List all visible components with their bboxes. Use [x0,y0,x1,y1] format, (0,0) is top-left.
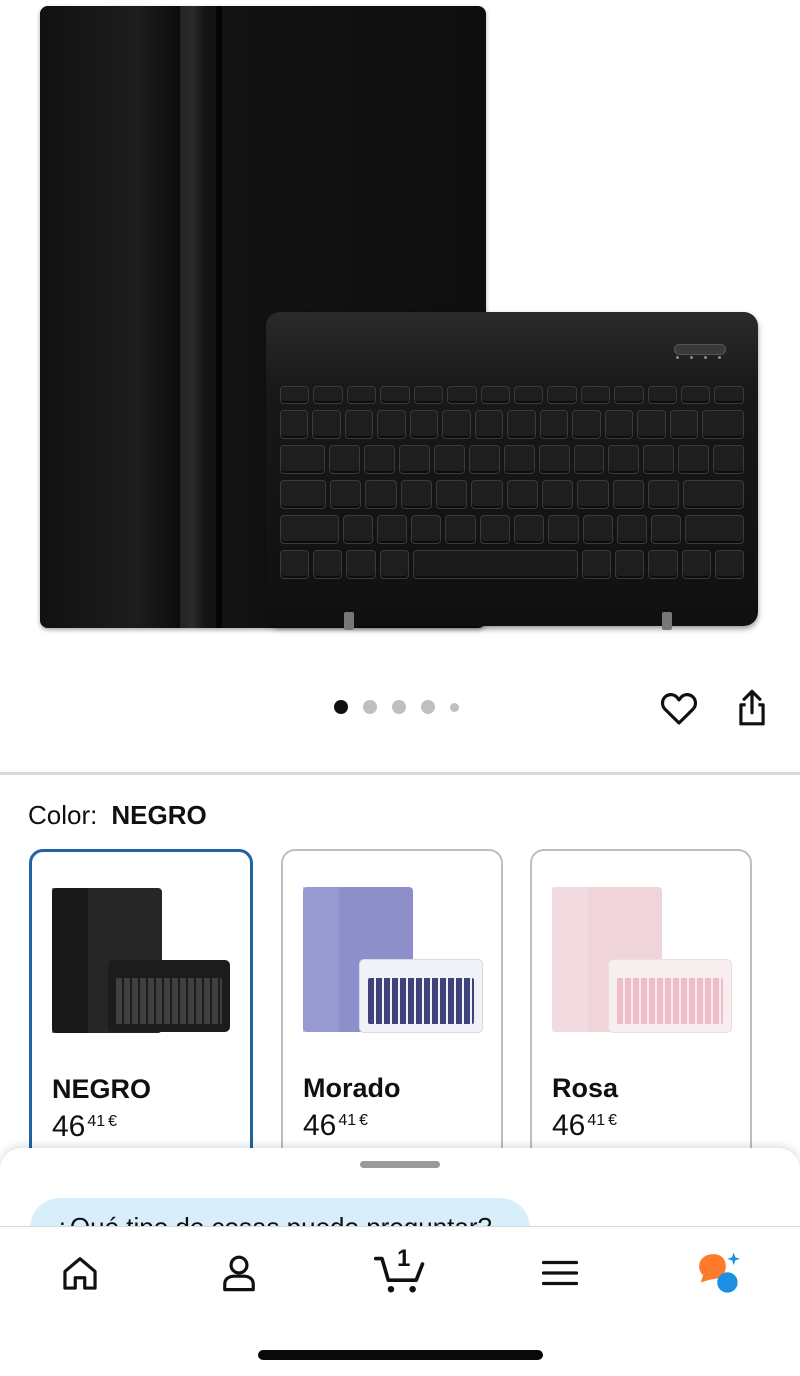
price-fraction: 41 [338,1112,357,1129]
selected-color-value: NEGRO [111,800,207,830]
pagination-dot-1[interactable] [334,700,348,714]
keyboard-image [266,312,758,630]
color-option-morado[interactable]: Morado 46 41 € [281,849,503,1173]
sheet-drag-handle[interactable] [360,1161,440,1168]
price-whole: 46 [303,1109,337,1142]
keyboard-status-panel [666,326,736,366]
price-whole: 46 [52,1110,86,1143]
color-option-name: NEGRO [52,1074,152,1104]
color-option-image [552,887,732,1037]
image-pagination-dots[interactable] [334,700,459,714]
color-label-text: Color: [28,800,98,830]
case-hinge-line [216,6,222,628]
price-currency: € [608,1112,618,1129]
pagination-dot-5[interactable] [450,702,459,712]
case-hinge [180,6,204,628]
heart-outline-icon [660,693,698,725]
color-option-image [303,887,483,1037]
pagination-dot-2[interactable] [363,700,377,714]
color-option-price: 46 41 € [552,1109,617,1143]
keyboard-stand-right [662,612,672,630]
mini-keyboard [608,959,732,1033]
rufus-assistant-icon [699,1252,740,1293]
price-fraction: 41 [87,1113,106,1130]
user-icon [223,1255,255,1292]
share-icon [739,689,765,726]
mini-keyboard [359,959,483,1033]
cart-count-badge: 1 [397,1245,411,1272]
color-option-name: Rosa [552,1073,619,1103]
assistant-bottom-sheet[interactable]: ¿Qué tipo de cosas puedo preguntar? [0,1148,800,1238]
price-currency: € [359,1112,369,1129]
color-option-image [52,888,232,1038]
keyboard-keys [280,386,745,585]
tab-account[interactable] [209,1247,269,1299]
tab-menu[interactable] [530,1247,590,1299]
color-option-negro[interactable]: NEGRO 46 41 € [29,849,253,1175]
mini-keyboard [108,960,230,1032]
favorite-button[interactable] [659,688,699,728]
product-image-gallery[interactable] [0,0,800,680]
color-option-price: 46 41 € [303,1109,368,1143]
price-fraction: 41 [587,1112,606,1129]
menu-icon [542,1260,578,1286]
case-flap [40,6,180,628]
color-option-rosa[interactable]: Rosa 46 41 € [530,849,752,1173]
tab-home[interactable] [50,1247,110,1299]
color-label: Color: NEGRO [28,800,207,831]
color-option-name: Morado [303,1073,401,1103]
price-currency: € [108,1113,118,1130]
keyboard-stand-left [344,612,354,630]
tab-rufus-assistant[interactable] [688,1247,748,1299]
home-icon [63,1257,97,1290]
tab-cart[interactable]: 1 [370,1245,430,1299]
share-button[interactable] [732,688,772,728]
pagination-dot-4[interactable] [421,700,435,714]
color-option-price: 46 41 € [52,1110,117,1144]
price-whole: 46 [552,1109,586,1142]
pagination-dot-3[interactable] [392,700,406,714]
home-indicator [258,1350,543,1360]
section-divider [0,772,800,775]
